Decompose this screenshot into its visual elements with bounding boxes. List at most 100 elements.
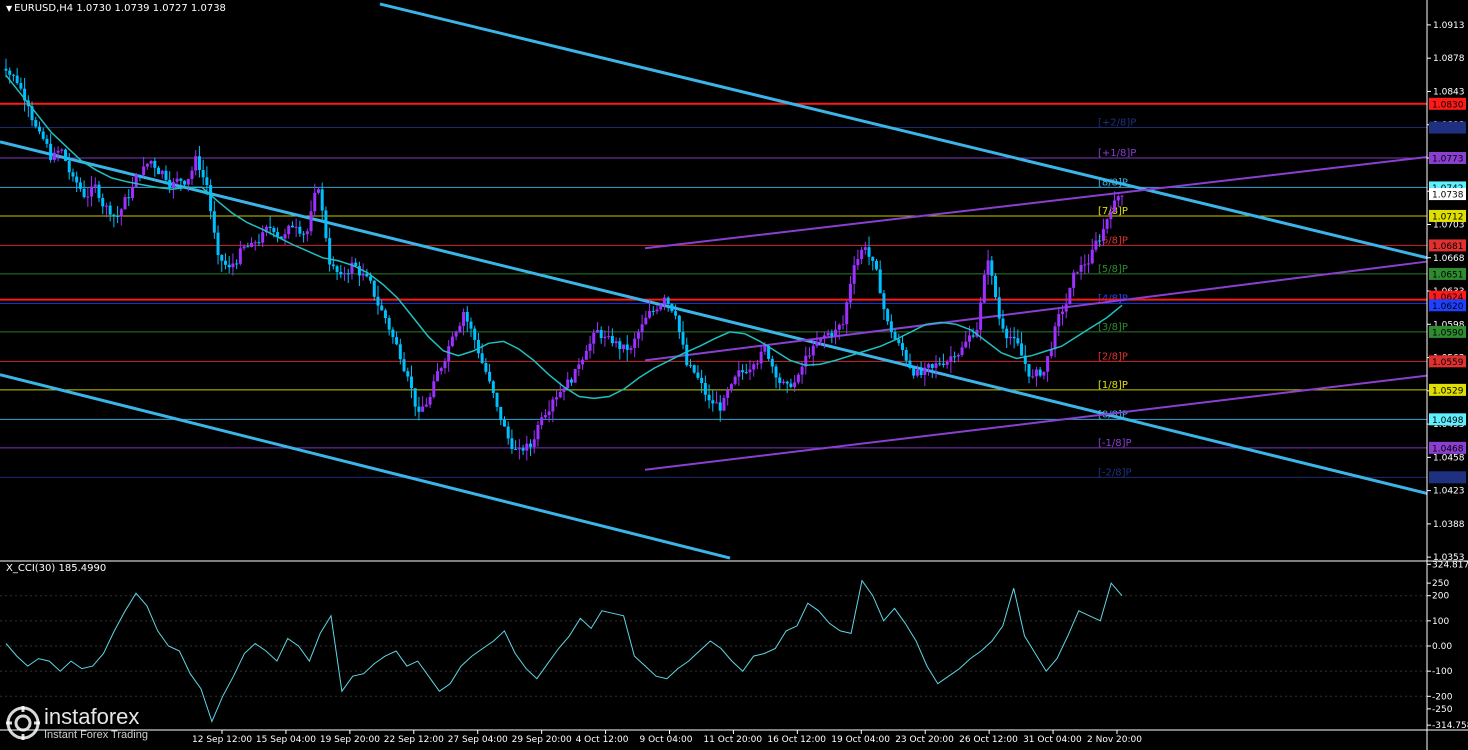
candle-body	[718, 402, 722, 411]
price-tag-label: 1.0498	[1432, 416, 1464, 426]
channel-lower-line	[0, 373, 731, 560]
candle-body	[1064, 304, 1068, 312]
candle-body	[145, 163, 149, 167]
time-tick-label: 27 Sep 04:00	[448, 735, 508, 745]
cci-tick-label: -314.758	[1432, 721, 1468, 731]
candle-body	[1005, 328, 1009, 339]
candle-body	[417, 406, 421, 412]
time-tick-label: 16 Oct 12:00	[767, 735, 826, 745]
candle-body	[402, 359, 406, 372]
candle-body	[413, 388, 417, 407]
candle-body	[871, 256, 875, 261]
candle-body	[592, 332, 596, 344]
candle-body	[454, 332, 458, 337]
candle-body	[194, 156, 198, 171]
candle-body	[752, 364, 756, 370]
candle-body	[383, 310, 387, 319]
murrey-level-label: [-2/8]P	[1098, 467, 1132, 478]
candle-body	[573, 368, 577, 383]
candle-body	[406, 371, 410, 377]
candle-body	[502, 419, 506, 427]
candle-body	[223, 260, 227, 265]
candle-body	[956, 354, 960, 357]
candle-body	[4, 68, 8, 71]
candle-body	[246, 246, 250, 248]
candle-body	[119, 209, 123, 217]
candle-body	[157, 167, 161, 175]
candle-body	[365, 273, 369, 277]
candle-body	[93, 184, 97, 187]
candle-body	[216, 232, 220, 256]
candle-body	[990, 260, 994, 276]
high-value: 1.0739	[114, 3, 150, 14]
candle-body	[923, 367, 927, 375]
candle-body	[1016, 338, 1020, 344]
price-tick-label: 1.0388	[1433, 520, 1465, 530]
candle-body	[800, 366, 804, 375]
candle-body	[67, 160, 71, 173]
candle-body	[101, 197, 105, 207]
indicator-value: 185.4990	[58, 563, 107, 574]
candle-body	[19, 83, 23, 89]
candle-body	[8, 70, 12, 75]
candle-body	[529, 443, 533, 447]
candle-body	[465, 311, 469, 322]
time-tick-label: 2 Nov 20:00	[1087, 735, 1142, 745]
candle-body	[316, 189, 320, 193]
price-tag-label: 1.0437	[1432, 474, 1464, 484]
candle-body	[722, 397, 726, 411]
candle-body	[941, 363, 945, 365]
cci-line	[5, 579, 1123, 723]
candle-body	[979, 302, 983, 330]
candle-body	[927, 364, 931, 368]
price-tag-label: 1.0559	[1432, 358, 1464, 368]
symbol-label: EURUSD,H4	[14, 3, 74, 14]
candle-body	[860, 249, 864, 260]
chart-canvas: [+2/8]P[+1/8]P[8/8]P[7/8]P[6/8]P[5/8]P[4…	[0, 0, 1468, 750]
candle-body	[1083, 264, 1087, 266]
candle-body	[629, 347, 633, 350]
candle-body	[361, 273, 365, 276]
time-tick-label: 29 Sep 20:00	[512, 735, 572, 745]
candle-body	[648, 311, 652, 318]
candle-body	[919, 369, 923, 375]
candle-body	[912, 367, 916, 376]
candle-body	[164, 170, 168, 180]
candle-body	[555, 397, 559, 400]
candle-body	[1120, 195, 1124, 197]
candle-body	[1098, 240, 1102, 242]
candle-body	[741, 370, 745, 373]
candle-body	[644, 317, 648, 325]
candle-body	[808, 355, 812, 357]
candle-body	[130, 186, 134, 199]
candle-body	[715, 402, 719, 404]
candle-body	[726, 390, 730, 398]
candle-body	[986, 260, 990, 275]
candle-body	[436, 371, 440, 382]
candle-body	[398, 344, 402, 360]
cci-tick-label: 200	[1432, 592, 1449, 602]
candle-body	[588, 343, 592, 351]
candle-body	[242, 246, 246, 249]
candle-body	[313, 192, 317, 212]
candle-body	[700, 377, 704, 384]
price-tick-label: 1.0458	[1433, 453, 1465, 463]
candle-body	[484, 363, 488, 372]
candle-body	[733, 376, 737, 385]
candle-body	[290, 225, 294, 228]
candle-body	[1012, 336, 1016, 339]
candle-body	[1034, 369, 1038, 377]
price-tick-label: 1.0668	[1433, 254, 1465, 264]
candle-body	[566, 379, 570, 389]
purple-channel-middle	[644, 260, 1428, 362]
time-tick-label: 12 Sep 12:00	[192, 735, 252, 745]
candle-body	[949, 356, 953, 362]
candle-body	[982, 274, 986, 303]
candle-body	[793, 382, 797, 388]
candle-body	[1109, 212, 1113, 220]
candle-body	[116, 215, 120, 217]
candle-body	[294, 226, 298, 228]
collapse-arrow-icon[interactable]: ▼	[6, 4, 12, 13]
candle-body	[964, 341, 968, 348]
price-tag-label: 1.0468	[1432, 444, 1464, 454]
